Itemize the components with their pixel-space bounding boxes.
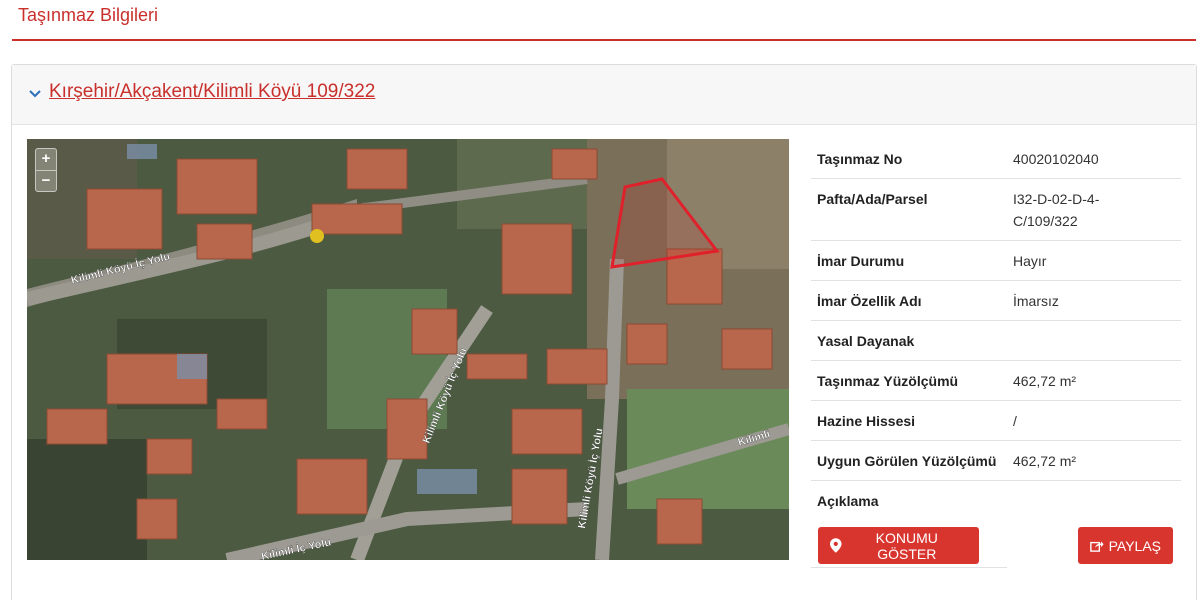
info-row: Pafta/Ada/Parsel I32-D-02-D-4-C/109/322 — [811, 179, 1181, 241]
map-marker-icon — [830, 538, 842, 553]
page-title: Taşınmaz Bilgileri — [18, 5, 159, 25]
show-location-label: KONUMU GÖSTER — [875, 529, 938, 562]
share-icon — [1090, 540, 1104, 552]
info-value: İmarsız — [1013, 293, 1059, 309]
page-header: Taşınmaz Bilgileri — [12, 0, 1196, 41]
info-value: / — [1013, 413, 1017, 429]
satellite-map[interactable]: Kilimli Köyü İç Yolu Kilimli Köyü İç Yol… — [27, 139, 789, 560]
share-label: PAYLAŞ — [1108, 537, 1161, 554]
info-key: Yasal Dayanak — [817, 333, 915, 349]
property-link[interactable]: Kırşehir/Akçakent/Kilimli Köyü 109/322 — [49, 81, 375, 103]
info-row: İmar Özellik Adı İmarsız — [811, 281, 1181, 321]
info-key: Taşınmaz No — [817, 151, 903, 167]
zoom-in-button[interactable]: + — [36, 149, 56, 170]
info-key: Uygun Görülen Yüzölçümü — [817, 453, 997, 469]
action-bar: KONUMU GÖSTER PAYLAŞ — [811, 509, 1181, 569]
property-card: Kırşehir/Akçakent/Kilimli Köyü 109/322 K… — [11, 64, 1197, 600]
zoom-control: + − — [35, 148, 57, 192]
info-key: Hazine Hissesi — [817, 413, 916, 429]
info-row: Uygun Görülen Yüzölçümü 462,72 m² — [811, 441, 1181, 481]
info-key: İmar Özellik Adı — [817, 293, 922, 309]
property-info-table: Taşınmaz No 40020102040 Pafta/Ada/Parsel… — [811, 139, 1181, 520]
info-value: I32-D-02-D-4-C/109/322 — [1013, 191, 1100, 229]
info-value: 40020102040 — [1013, 151, 1099, 167]
info-value — [1013, 330, 1175, 352]
info-key: Taşınmaz Yüzölçümü — [817, 373, 959, 389]
info-row: Yasal Dayanak — [811, 321, 1181, 361]
card-header[interactable]: Kırşehir/Akçakent/Kilimli Köyü 109/322 — [12, 65, 1196, 125]
divider — [811, 567, 1007, 568]
info-row: Taşınmaz No 40020102040 — [811, 139, 1181, 179]
info-key: Pafta/Ada/Parsel — [817, 191, 928, 207]
info-row: İmar Durumu Hayır — [811, 241, 1181, 281]
map-imagery: Kilimli Köyü İç Yolu Kilimli Köyü İç Yol… — [27, 139, 789, 560]
info-value: 462,72 m² — [1013, 453, 1077, 469]
info-row: Hazine Hissesi / — [811, 401, 1181, 441]
info-value: Hayır — [1013, 253, 1047, 269]
info-value: 462,72 m² — [1013, 373, 1077, 389]
zoom-out-button[interactable]: − — [36, 170, 56, 191]
share-button[interactable]: PAYLAŞ — [1078, 527, 1173, 564]
show-location-button[interactable]: KONUMU GÖSTER — [818, 527, 979, 564]
info-row: Taşınmaz Yüzölçümü 462,72 m² — [811, 361, 1181, 401]
info-key: İmar Durumu — [817, 253, 905, 269]
chevron-down-icon[interactable] — [28, 87, 42, 101]
